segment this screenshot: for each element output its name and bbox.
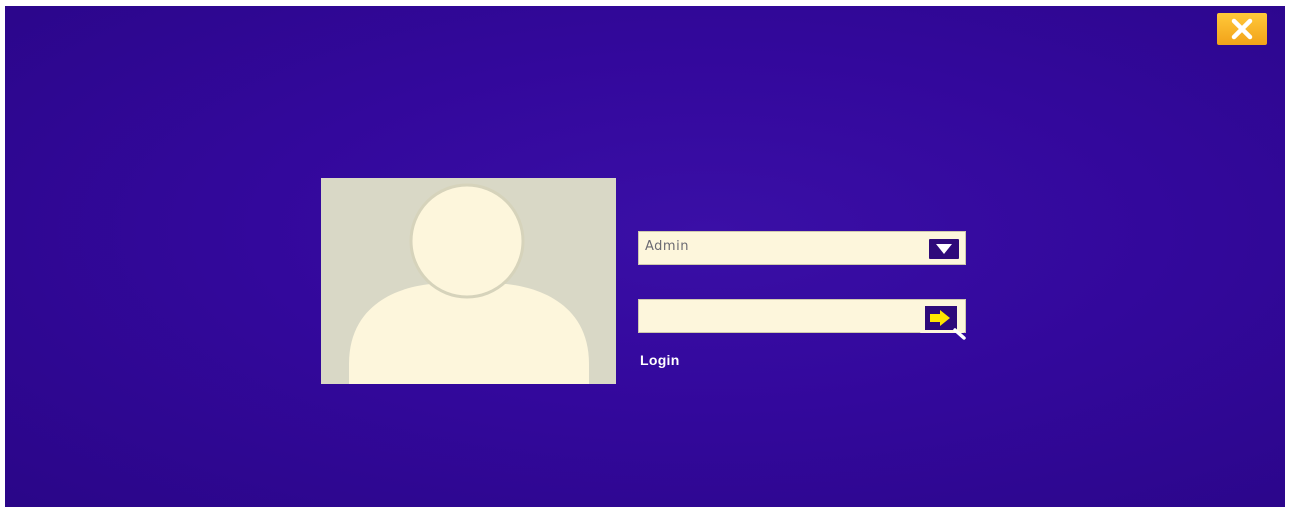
avatar	[321, 178, 616, 384]
user-silhouette-icon	[349, 183, 589, 384]
user-select[interactable]: Admin	[638, 231, 966, 265]
chevron-down-icon	[936, 244, 952, 254]
password-field[interactable]	[638, 299, 966, 333]
login-screen: Admin Login	[5, 6, 1285, 507]
arrow-right-icon	[920, 303, 966, 340]
close-icon	[1231, 18, 1253, 40]
user-select-value: Admin	[645, 239, 689, 254]
submit-button[interactable]	[919, 302, 967, 342]
close-button[interactable]	[1217, 13, 1267, 45]
user-dropdown-button[interactable]	[929, 239, 959, 259]
login-label: Login	[640, 352, 680, 368]
